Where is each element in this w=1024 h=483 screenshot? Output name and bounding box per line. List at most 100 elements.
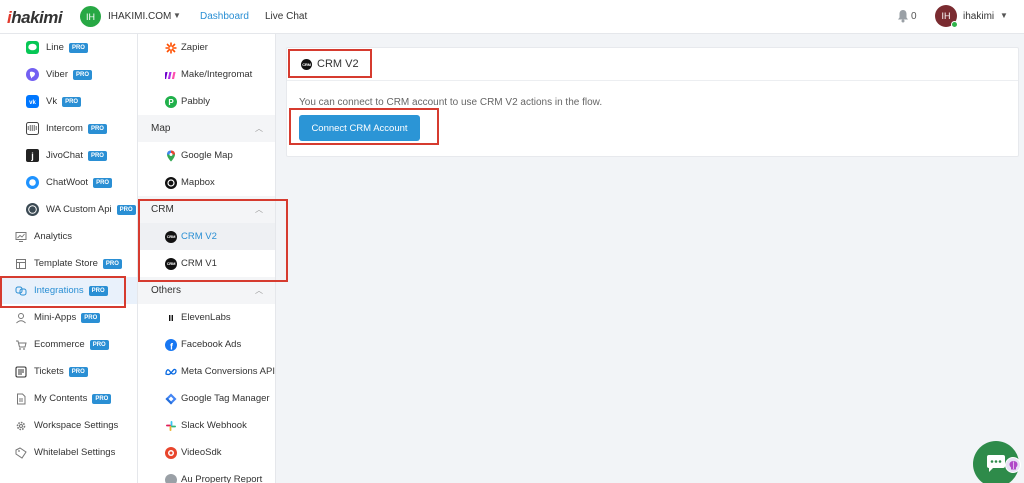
panel-item-mapbox[interactable]: Mapbox: [138, 169, 275, 196]
section-title: CRM: [151, 204, 174, 215]
sidebar-item-mini-apps[interactable]: Mini-Apps PRO: [0, 304, 137, 331]
pro-badge: PRO: [81, 312, 101, 323]
workspace-name[interactable]: IHAKIMI.COM: [108, 11, 171, 22]
bell-icon[interactable]: [897, 9, 909, 23]
crm-v2-card: CRM CRM V2 You can connect to CRM accoun…: [286, 47, 1019, 157]
main-sidebar: Line PRO Viber PRO vk Vk PRO Intercom PRO j …: [0, 34, 138, 483]
chatwoot-icon: [26, 176, 39, 189]
sidebar-item-template-store[interactable]: Template Store PRO: [0, 250, 137, 277]
pro-badge: PRO: [87, 123, 107, 134]
sidebar-item-label: Ecommerce: [34, 339, 85, 350]
sidebar-item-label: Vk: [46, 96, 58, 107]
panel-item-make[interactable]: Make/Integromat: [138, 61, 275, 88]
zapier-icon: [165, 42, 177, 54]
ai-brain-icon[interactable]: [1005, 457, 1021, 473]
panel-item-label: Pabbly: [181, 96, 211, 107]
pro-badge: PRO: [88, 285, 108, 296]
google-tag-manager-icon: [165, 393, 177, 405]
sidebar-item-label: Mini-Apps: [34, 312, 77, 323]
panel-item-label: Slack Webhook: [181, 420, 247, 431]
section-header-others[interactable]: Others ︿: [138, 277, 275, 304]
sidebar-item-tickets[interactable]: Tickets PRO: [0, 358, 137, 385]
pro-badge: PRO: [89, 339, 109, 350]
sidebar-item-chatwoot[interactable]: ChatWoot PRO: [0, 169, 137, 196]
chevron-up-icon[interactable]: ︿: [255, 204, 263, 215]
sidebar-item-analytics[interactable]: Analytics: [0, 223, 137, 250]
slack-icon: [165, 420, 177, 432]
panel-item-label: CRM V1: [181, 258, 217, 269]
panel-item-google-tag-manager[interactable]: Google Tag Manager: [138, 385, 275, 412]
chevron-down-icon[interactable]: ▼: [1000, 11, 1008, 20]
panel-item-label: Google Tag Manager: [181, 393, 270, 404]
vk-icon: vk: [26, 95, 39, 108]
panel-item-facebook-ads[interactable]: f Facebook Ads: [138, 331, 275, 358]
workspace-avatar[interactable]: IH: [80, 6, 101, 27]
sidebar-item-whitelabel-settings[interactable]: Whitelabel Settings: [0, 439, 137, 466]
sidebar-item-my-contents[interactable]: My Contents PRO: [0, 385, 137, 412]
panel-item-label: Zapier: [181, 42, 208, 53]
sidebar-item-jivochat[interactable]: j JivoChat PRO: [0, 142, 137, 169]
card-header: CRM CRM V2: [287, 48, 1018, 81]
facebook-icon: f: [165, 338, 177, 351]
chevron-up-icon[interactable]: ︿: [255, 285, 263, 296]
panel-item-label: Meta Conversions API: [181, 366, 275, 377]
sidebar-item-line[interactable]: Line PRO: [0, 34, 137, 61]
sidebar-item-label: Integrations: [34, 285, 84, 296]
property-report-icon: [165, 473, 177, 483]
cart-icon: [14, 338, 27, 351]
section-title: Others: [151, 285, 182, 296]
card-title: CRM CRM V2: [301, 58, 359, 70]
app-logo[interactable]: ihakimi: [7, 8, 63, 28]
sidebar-item-workspace-settings[interactable]: Workspace Settings: [0, 412, 137, 439]
section-header-crm[interactable]: CRM ︿: [138, 196, 275, 223]
panel-item-crm-v2[interactable]: CRM CRM V2: [138, 223, 275, 250]
panel-item-meta-conversions-api[interactable]: Meta Conversions API: [138, 358, 275, 385]
panel-item-pabbly[interactable]: P Pabbly: [138, 88, 275, 115]
svg-text:vk: vk: [29, 100, 36, 106]
panel-item-crm-v1[interactable]: CRM CRM V1: [138, 250, 275, 277]
panel-item-videosdk[interactable]: VideoSdk: [138, 439, 275, 466]
panel-item-slack-webhook[interactable]: Slack Webhook: [138, 412, 275, 439]
nav-dashboard[interactable]: Dashboard: [200, 11, 249, 22]
panel-item-au-property-report[interactable]: Au Property Report: [138, 466, 275, 483]
sidebar-item-label: ChatWoot: [46, 177, 89, 188]
gear-icon: [14, 419, 27, 432]
crm-logo-icon: CRM: [165, 230, 177, 243]
sidebar-item-intercom[interactable]: Intercom PRO: [0, 115, 137, 142]
integrations-icon: [14, 284, 27, 297]
sidebar-item-viber[interactable]: Viber PRO: [0, 61, 137, 88]
sidebar-item-integrations[interactable]: Integrations PRO: [0, 277, 137, 304]
panel-item-label: Au Property Report: [181, 474, 263, 483]
panel-item-zapier[interactable]: Zapier: [138, 34, 275, 61]
pro-badge: PRO: [102, 258, 122, 269]
panel-item-label: Make/Integromat: [181, 69, 253, 80]
chevron-down-icon[interactable]: ▼: [173, 11, 181, 20]
svg-text:j: j: [30, 151, 34, 161]
sidebar-item-vk[interactable]: vk Vk PRO: [0, 88, 137, 115]
panel-item-label: CRM V2: [181, 231, 217, 242]
sidebar-item-ecommerce[interactable]: Ecommerce PRO: [0, 331, 137, 358]
pro-badge: PRO: [87, 150, 107, 161]
tickets-icon: [14, 365, 27, 378]
sidebar-item-label: My Contents: [34, 393, 88, 404]
connect-crm-account-button[interactable]: Connect CRM Account: [299, 115, 420, 141]
sidebar-item-label: Workspace Settings: [34, 420, 119, 431]
chevron-up-icon[interactable]: ︿: [255, 123, 263, 134]
sidebar-item-wa-custom-api[interactable]: WA Custom Api PRO: [0, 196, 137, 223]
pro-badge: PRO: [92, 393, 112, 404]
section-title: Map: [151, 123, 171, 134]
integrations-panel: Zapier Make/Integromat P Pabbly Map ︿ Go…: [138, 34, 276, 483]
pro-badge: PRO: [116, 204, 136, 215]
pro-badge: PRO: [68, 366, 88, 377]
user-name[interactable]: ihakimi: [963, 11, 994, 22]
sidebar-item-label: Template Store: [34, 258, 98, 269]
svg-text:P: P: [168, 98, 174, 107]
panel-item-elevenlabs[interactable]: ElevenLabs: [138, 304, 275, 331]
whatsapp-icon: [26, 203, 39, 216]
section-header-map[interactable]: Map ︿: [138, 115, 275, 142]
viber-icon: [26, 68, 39, 81]
videosdk-icon: [165, 446, 177, 459]
card-description: You can connect to CRM account to use CR…: [299, 97, 603, 108]
panel-item-google-map[interactable]: Google Map: [138, 142, 275, 169]
nav-live-chat[interactable]: Live Chat: [265, 11, 307, 22]
